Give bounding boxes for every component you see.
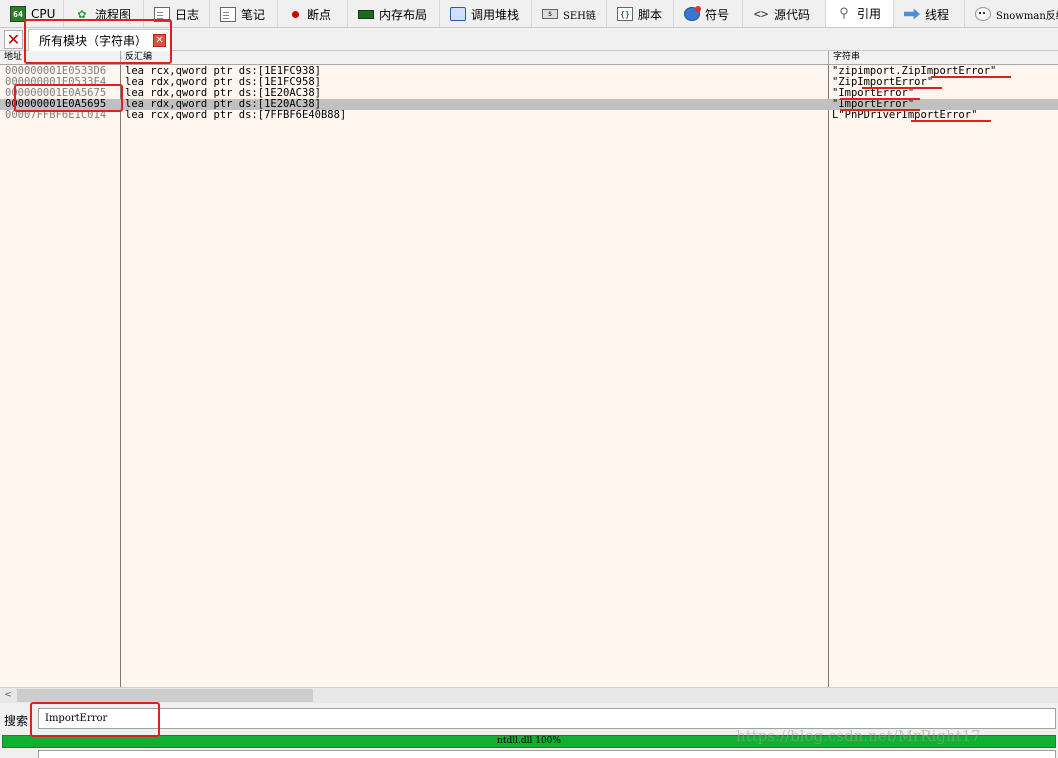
row-disassembly: lea rcx,qword ptr ds:[7FFBF6E40B88] <box>125 110 347 121</box>
annotation-box-address <box>14 84 123 112</box>
tab-call-stack[interactable]: 调用堆栈 <box>440 0 532 27</box>
row-disassembly: lea rdx,qword ptr ds:[1E1FC958] <box>125 77 321 88</box>
symbols-icon <box>684 6 701 21</box>
annotation-underline <box>840 109 920 111</box>
tab-label: 线程 <box>925 7 950 22</box>
call-stack-icon <box>450 7 466 21</box>
search-input[interactable] <box>38 708 1056 729</box>
tab-symbols[interactable]: 符号 <box>674 0 743 27</box>
script-icon: {} <box>617 7 633 21</box>
annotation-underline <box>911 120 991 122</box>
row-disassembly: lea rdx,qword ptr ds:[1E20AC38] <box>125 88 321 99</box>
column-header-string[interactable]: 字符串 <box>829 51 1058 65</box>
column-divider <box>120 65 121 687</box>
command-input[interactable] <box>38 750 1056 758</box>
notes-icon <box>220 6 236 22</box>
column-header-disassembly[interactable]: 反汇编 <box>121 51 829 65</box>
annotation-box-subtab <box>24 19 172 64</box>
tab-label: 日志 <box>175 7 200 22</box>
annotation-underline <box>840 98 920 100</box>
tab-label: 调用堆栈 <box>471 7 520 22</box>
scrollbar-thumb[interactable] <box>17 689 313 702</box>
search-label: 搜索 <box>4 714 29 728</box>
table-row[interactable]: 00007FFBF6E1C014 lea rcx,qword ptr ds:[7… <box>0 110 1058 121</box>
tab-snowman[interactable]: Snowman反编译 <box>965 0 1058 27</box>
source-icon: <> <box>753 7 769 21</box>
row-address: 000000001E0533D6 <box>5 66 107 77</box>
tab-threads[interactable]: 线程 <box>894 0 965 27</box>
tab-label: SEH链 <box>563 10 596 22</box>
tab-label: Snowman反编译 <box>996 10 1058 22</box>
threads-icon <box>904 8 920 20</box>
tab-script[interactable]: {} 脚本 <box>607 0 674 27</box>
watermark: https://blog.csdn.net/MrRight17 <box>736 727 981 745</box>
close-all-button[interactable]: ✕ <box>4 30 23 49</box>
row-disassembly: lea rcx,qword ptr ds:[1E1FC938] <box>125 66 321 77</box>
tab-label: 笔记 <box>241 7 266 22</box>
tab-label: 内存布局 <box>379 7 428 22</box>
memory-map-icon <box>358 9 374 19</box>
tab-source[interactable]: <> 源代码 <box>743 0 826 27</box>
command-bar <box>0 749 1058 758</box>
references-icon: ⚲ <box>839 6 849 21</box>
tab-label: 引用 <box>857 7 882 21</box>
annotation-box-search <box>30 702 160 737</box>
tab-references[interactable]: ⚲ 引用 <box>826 0 894 27</box>
tab-label: 符号 <box>705 7 730 22</box>
tab-breakpoints[interactable]: 断点 <box>278 0 348 27</box>
column-divider <box>828 65 829 687</box>
breakpoint-icon <box>292 10 299 18</box>
tab-seh[interactable]: S SEH链 <box>532 0 607 27</box>
snowman-icon <box>975 7 991 21</box>
row-disassembly: lea rdx,qword ptr ds:[1E20AC38] <box>125 99 321 110</box>
annotation-underline <box>862 87 942 89</box>
annotation-underline <box>931 76 1011 78</box>
table-row[interactable]: 000000001E0533D6 lea rcx,qword ptr ds:[1… <box>0 66 1058 77</box>
seh-icon: S <box>542 9 558 19</box>
tab-notes[interactable]: 笔记 <box>210 0 278 27</box>
scroll-left-arrow-icon[interactable]: < <box>0 688 16 703</box>
tab-memory-map[interactable]: 内存布局 <box>348 0 440 27</box>
references-table: 地址 反汇编 字符串 000000001E0533D6 lea rcx,qwor… <box>0 51 1058 687</box>
horizontal-scrollbar[interactable]: < <box>0 687 1058 703</box>
tab-label: 断点 <box>307 7 332 22</box>
tab-label: 脚本 <box>638 7 663 22</box>
tab-label: 源代码 <box>774 7 811 22</box>
